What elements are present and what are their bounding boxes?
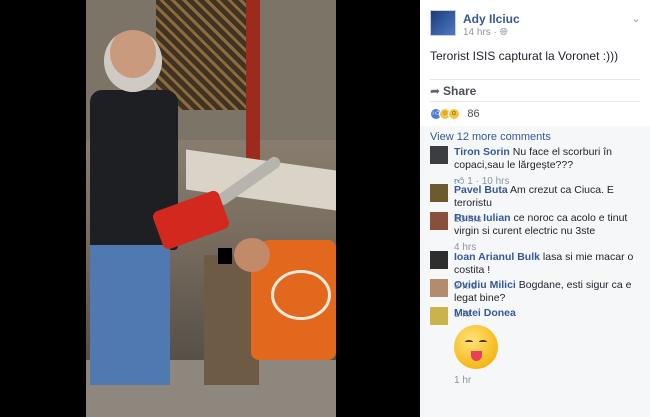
sticker-tongue [471,351,482,361]
commenter-avatar[interactable] [430,212,448,230]
comment-body: Tiron Sorin Nu face el scorburi în copac… [454,146,644,188]
divider [430,79,640,80]
post-side-panel: Ady Ilciuc 14 hrs · 🌐︎ ⌄ Terorist ISIS c… [420,0,650,417]
commenter-avatar[interactable] [430,279,448,297]
post-time[interactable]: 14 hrs [463,27,491,38]
post-meta: 14 hrs · 🌐︎ [463,27,508,38]
share-button[interactable]: ➦ Share [430,84,476,98]
commenter-avatar[interactable] [430,146,448,164]
commenter-name[interactable]: Ioan Arianul Bulk [454,251,540,263]
reaction-count: 86 [467,107,480,120]
commenter-name[interactable]: Matei Donea [454,307,516,319]
author-avatar[interactable] [430,10,456,36]
tongue-out-sticker-icon [454,325,498,369]
post-photo[interactable] [86,0,336,417]
commenter-name[interactable]: Ovidiu Milici [454,279,516,291]
commenter-name[interactable]: Rusu Iulian [454,212,511,224]
sticker-eye [479,340,487,344]
photo-censor-bar [218,248,232,264]
post-header: Ady Ilciuc 14 hrs · 🌐︎ ⌄ [430,10,642,38]
commenter-avatar[interactable] [430,251,448,269]
comment-time[interactable]: 1 hr [454,374,644,387]
commenter-name[interactable]: Tiron Sorin [454,146,510,158]
photo-victim-head [234,238,270,272]
author-name[interactable]: Ady Ilciuc [463,12,520,26]
globe-icon: 🌐︎ [499,27,508,38]
photo-man-jeans [90,245,170,385]
commenter-name[interactable]: Pavel Buta [454,184,508,196]
commenter-avatar[interactable] [430,184,448,202]
comment-body: Rusu Iulian ce noroc ca acolo e tinut vi… [454,212,644,254]
view-more-comments-link[interactable]: View 12 more comments [430,131,551,143]
photo-red-post [246,0,260,165]
share-icon: ➦ [430,84,441,98]
commenter-avatar[interactable] [430,307,448,325]
comment-body: Matei Donea [454,307,644,320]
divider [430,101,640,102]
share-label: Share [443,84,477,98]
wow-icon: o [448,107,460,120]
photo-viewer [0,0,420,417]
chevron-down-icon[interactable]: ⌄ [630,12,642,25]
sticker-eye [465,340,473,344]
reactions-summary[interactable]: 👍︎ ☺ o 86 [430,106,480,122]
post-text: Terorist ISIS capturat la Voronet :))) [430,49,619,63]
comment-body: 1 hr [454,371,644,387]
photo-man-head [104,30,162,92]
photo-rope [271,270,331,320]
